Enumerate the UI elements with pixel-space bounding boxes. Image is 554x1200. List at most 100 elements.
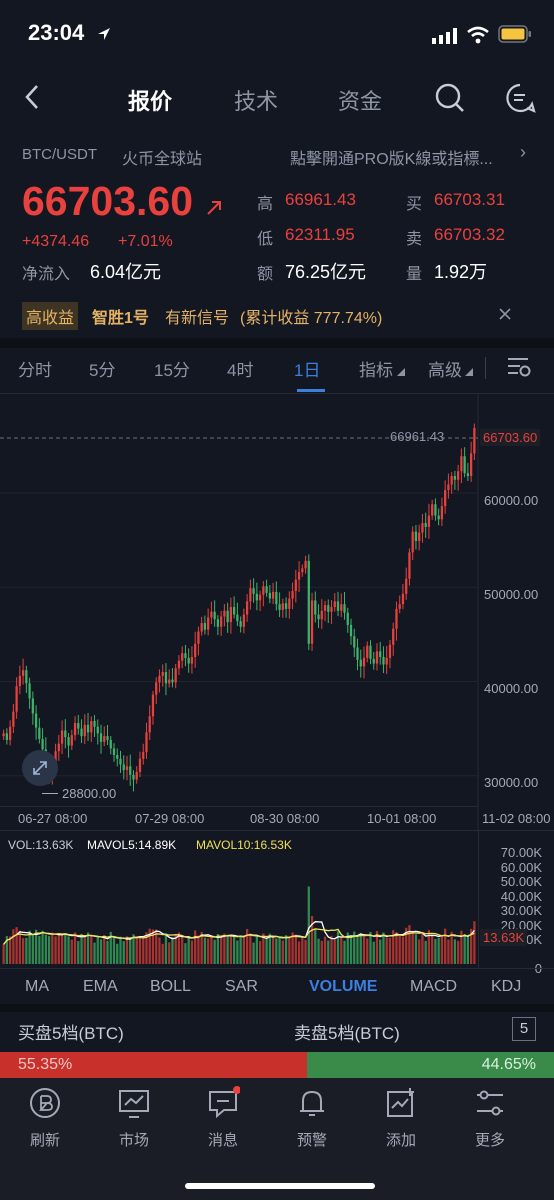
volume-bar: [187, 936, 190, 964]
sell-value: 66703.32: [434, 225, 505, 244]
candle-body: [330, 607, 333, 612]
volume-bar: [18, 930, 21, 964]
volume-bar: [447, 939, 450, 964]
candle-body: [395, 608, 398, 629]
chart-settings-icon[interactable]: [506, 356, 532, 378]
volume-bar: [229, 936, 233, 964]
volume-bar: [47, 936, 51, 964]
candle-body: [421, 523, 424, 533]
close-icon[interactable]: [498, 307, 512, 321]
volume-bar: [255, 936, 258, 964]
candle-body: [343, 604, 346, 613]
nav-alerts[interactable]: 预警: [282, 1086, 342, 1150]
volume-bar: [385, 937, 388, 964]
candlestick-chart[interactable]: [0, 394, 554, 830]
sell-depth-label: 卖盘5档(BTC): [294, 1024, 400, 1043]
chat-icon[interactable]: [504, 82, 536, 114]
chevron-right-icon[interactable]: ›: [520, 142, 526, 163]
candle-body: [2, 733, 5, 737]
nav-messages[interactable]: 消息: [193, 1086, 253, 1150]
volume-bar: [333, 939, 336, 964]
candle-body: [414, 531, 418, 542]
volume-bar: [450, 931, 453, 964]
candle-body: [187, 657, 190, 664]
x-tick-label: 06-27 08:00: [18, 811, 88, 826]
volume-bar: [90, 934, 93, 964]
candle-body: [424, 523, 427, 527]
candle-body: [18, 675, 21, 687]
tab-technical[interactable]: 技术: [234, 84, 278, 116]
back-icon[interactable]: [22, 84, 42, 110]
candle-body: [310, 600, 314, 644]
period-tab-1d[interactable]: 1日: [294, 356, 320, 381]
volume-label: 量: [406, 266, 423, 283]
vol-tick: 70.00K: [500, 845, 542, 860]
candle-body: [86, 724, 90, 733]
period-tab-5m[interactable]: 5分: [89, 356, 115, 381]
signal-banner[interactable]: 高收益 智胜1号 有新信号 (累计收益 777.74%): [0, 292, 554, 338]
volume-bar: [388, 937, 392, 964]
candle-body: [168, 679, 171, 684]
indicator-boll[interactable]: BOLL: [150, 978, 191, 996]
wifi-icon: [467, 26, 489, 44]
volume-bar: [301, 937, 304, 964]
candle-body: [28, 683, 31, 699]
volume-bar: [369, 931, 372, 964]
candle-body: [213, 611, 216, 620]
candle-body: [262, 586, 265, 595]
candle-body: [427, 515, 431, 527]
volume-bar: [213, 939, 216, 964]
volume-bar: [317, 938, 320, 964]
x-tick-label: 07-29 08:00: [135, 811, 205, 826]
candle-body: [216, 619, 220, 627]
candle-body: [314, 600, 317, 615]
indicator-ma[interactable]: MA: [25, 978, 49, 996]
high-value: 66961.43: [285, 190, 356, 209]
candle-body: [271, 591, 275, 599]
signal-icon: [432, 28, 457, 44]
candle-body: [323, 605, 327, 611]
indicator-sar[interactable]: SAR: [225, 978, 258, 996]
high-label: 高: [257, 196, 274, 213]
period-tab-15m[interactable]: 15分: [154, 356, 190, 381]
volume-bar: [453, 939, 457, 964]
candle-body: [418, 532, 421, 542]
indicator-volume[interactable]: VOLUME: [309, 978, 377, 996]
divider: [0, 1004, 554, 1012]
x-axis-line: [0, 806, 478, 807]
volume-bar: [60, 934, 64, 964]
indicator-ema[interactable]: EMA: [83, 978, 118, 996]
period-tab-4h[interactable]: 4时: [227, 356, 253, 381]
tab-quote[interactable]: 报价: [128, 84, 172, 116]
fullscreen-button[interactable]: [22, 750, 58, 786]
net-inflow-label: 净流入: [22, 266, 71, 283]
nav-more[interactable]: 更多: [460, 1086, 520, 1150]
candle-body: [164, 672, 168, 684]
nav-add[interactable]: 添加: [371, 1086, 431, 1150]
volume-bar: [431, 934, 434, 964]
candle-body: [366, 645, 369, 658]
candle-body: [210, 611, 213, 618]
indicator-kdj[interactable]: KDJ: [491, 978, 521, 996]
tab-funds[interactable]: 资金: [338, 84, 382, 116]
indicator-macd[interactable]: MACD: [410, 978, 457, 996]
nav-refresh[interactable]: 刷新: [15, 1086, 75, 1150]
volume-bar: [41, 930, 44, 964]
nav-market[interactable]: 市场: [104, 1086, 164, 1150]
buy-ratio: 55.35%: [18, 1056, 73, 1073]
volume-bar: [21, 938, 25, 964]
candle-body: [148, 716, 151, 733]
indicator-dropdown[interactable]: 指标: [359, 356, 393, 381]
candle-body: [379, 651, 382, 657]
candle-body: [437, 515, 440, 520]
candle-body: [239, 621, 242, 627]
nav-label: 更多: [474, 1132, 505, 1149]
nav-label: 添加: [385, 1132, 416, 1149]
high-yield-badge: 高收益: [22, 302, 79, 330]
advanced-dropdown[interactable]: 高级: [428, 356, 462, 381]
pro-promo-link[interactable]: 點擊開通PRO版K線或指標...: [290, 145, 518, 169]
search-icon[interactable]: [434, 82, 466, 114]
signal-text: 有新信号: [165, 310, 230, 327]
period-tab-timeshare[interactable]: 分时: [18, 356, 52, 381]
depth-levels-selector[interactable]: 5: [512, 1017, 536, 1041]
